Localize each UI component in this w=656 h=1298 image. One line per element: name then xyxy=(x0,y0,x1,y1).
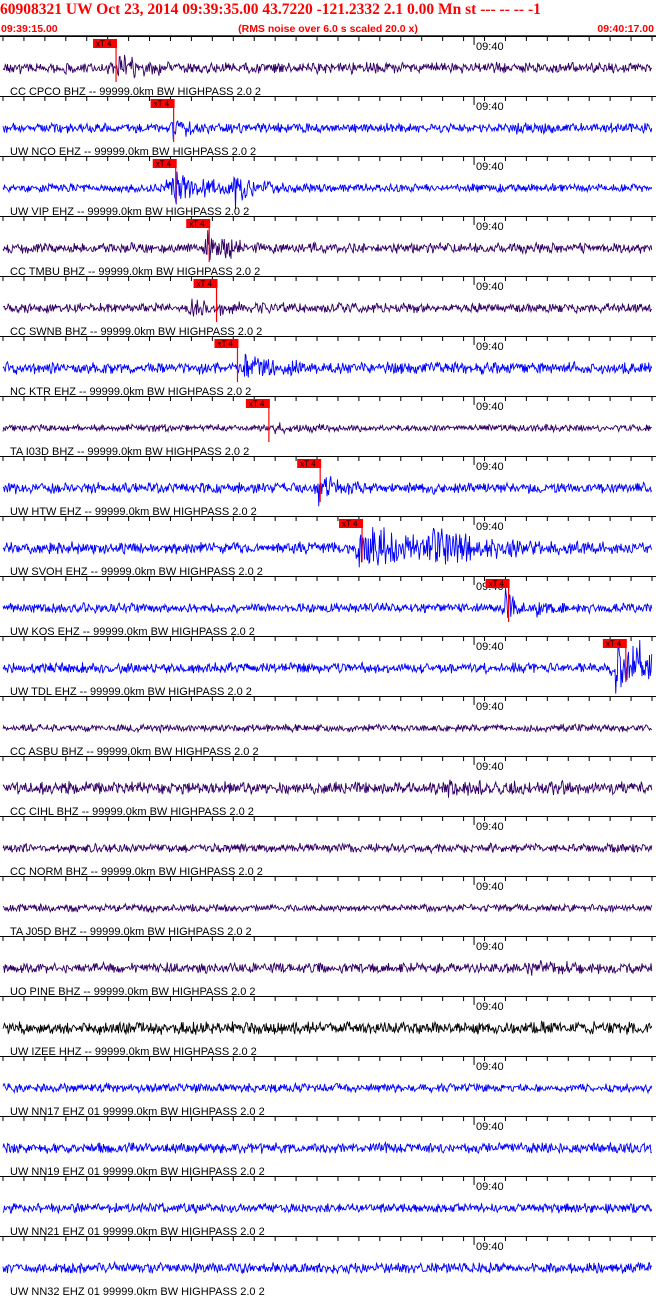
trace-panel: 09:40TA J05D BHZ -- 99999.0km BW HIGHPAS… xyxy=(0,876,656,938)
minute-label: 09:40 xyxy=(476,161,504,173)
waveform xyxy=(2,902,653,914)
pick-label: xT 4 xyxy=(154,100,170,109)
waveform xyxy=(2,476,653,507)
trace-panel: 09:40xT 4CC TMBU BHZ -- 99999.0km BW HIG… xyxy=(0,216,656,278)
pick-label: xT 4 xyxy=(606,640,622,649)
minute-label: 09:40 xyxy=(476,941,504,953)
minute-label: 09:40 xyxy=(476,1061,504,1073)
pick-label: xT 4 xyxy=(217,340,233,349)
station-label: UW NN32 EHZ 01 99999.0km BW HIGHPASS 2.0… xyxy=(10,1286,265,1298)
trace-panel: 09:40UW NN17 EHZ 01 99999.0km BW HIGHPAS… xyxy=(0,1056,656,1118)
waveform xyxy=(2,120,653,140)
waveform xyxy=(2,527,653,568)
minute-label: 09:40 xyxy=(476,881,504,893)
pick-label: xT 4 xyxy=(249,400,265,409)
minute-label: 09:40 xyxy=(476,461,504,473)
minute-label: 09:40 xyxy=(476,1001,504,1013)
event-header-title: 60908321 UW Oct 23, 2014 09:39:35.00 43.… xyxy=(0,1,541,18)
trace-panel: 09:40xT 4UW SVOH EHZ -- 99999.0km BW HIG… xyxy=(0,516,656,578)
pick-label: xT 4 xyxy=(189,220,205,229)
pick-label: xT 4 xyxy=(342,520,358,529)
minute-label: 09:40 xyxy=(476,821,504,833)
trace-panel: 09:40xT 4CC SWNB BHZ -- 99999.0km BW HIG… xyxy=(0,276,656,338)
trace-panel: 09:40UW NN19 EHZ 01 99999.0km BW HIGHPAS… xyxy=(0,1116,656,1178)
minute-label: 09:40 xyxy=(476,1241,504,1253)
waveform xyxy=(2,842,653,855)
trace-panel: 09:40CC NORM BHZ -- 99999.0km BW HIGHPAS… xyxy=(0,816,656,878)
waveform xyxy=(2,422,652,435)
minute-label: 09:40 xyxy=(476,401,504,413)
trace-panel: 09:40xT 4UW NCO EHZ -- 99999.0km BW HIGH… xyxy=(0,96,656,158)
pick-label: xT 4 xyxy=(489,580,505,589)
minute-label: 09:40 xyxy=(476,341,504,353)
minute-label: 09:40 xyxy=(476,521,504,533)
waveform xyxy=(2,588,653,618)
waveform xyxy=(2,298,653,317)
pick-label: xT 4 xyxy=(197,280,213,289)
waveform xyxy=(2,353,653,378)
seismogram-plot: 09:40xT 4CC CPCO BHZ -- 99999.0km BW HIG… xyxy=(0,36,656,1298)
trace-panel: 09:40xT 4UW KOS EHZ -- 99999.0km BW HIGH… xyxy=(0,576,656,638)
minute-label: 09:40 xyxy=(476,101,504,113)
trace-panel: 09:40 xT 4UW TDL EHZ -- 99999.0km BW HIGH… xyxy=(0,636,656,698)
trace-panel: 09:40CC ASBU BHZ -- 99999.0km BW HIGHPAS… xyxy=(0,696,656,758)
waveform xyxy=(2,779,653,798)
waveform xyxy=(2,171,653,210)
minute-label: 09:40 xyxy=(476,41,504,53)
waveform xyxy=(2,54,653,79)
minute-label: 09:40 xyxy=(476,1121,504,1133)
rms-noise-note: (RMS noise over 6.0 s scaled 20.0 x) xyxy=(238,23,418,35)
minute-label: 09:40 xyxy=(476,641,504,653)
trace-panel: 09:40CC CIHL BHZ -- 99999.0km BW HIGHPAS… xyxy=(0,756,656,818)
waveform xyxy=(2,723,653,734)
waveform xyxy=(2,1020,653,1036)
pick-label: xT 4 xyxy=(96,40,112,49)
pick-label: xT 4 xyxy=(300,460,316,469)
minute-label: 09:40 xyxy=(476,281,504,293)
trace-panel: 09:40xT 4UW VIP EHZ -- 99999.0km BW HIGH… xyxy=(0,156,656,218)
pick-label: xT 4 xyxy=(156,160,172,169)
minute-label: 09:40 xyxy=(476,221,504,233)
waveform xyxy=(2,1260,653,1275)
window-end-time: 09:40:17.00 xyxy=(597,23,654,35)
waveform xyxy=(2,1202,653,1214)
trace-panel: 09:40xT 4TA I03D BHZ -- 99999.0km BW HIG… xyxy=(0,396,656,458)
waveform xyxy=(2,960,653,976)
trace-panel: 09:40xT 4NC KTR EHZ -- 99999.0km BW HIGH… xyxy=(0,336,656,398)
trace-panel: 09:40UW NN21 EHZ 01 99999.0km BW HIGHPAS… xyxy=(0,1176,656,1238)
trace-panel: 09:40xT 4UW HTW EHZ -- 99999.0km BW HIGH… xyxy=(0,456,656,518)
minute-label: 09:40 xyxy=(476,761,504,773)
trace-panel: 09:40UW IZEE HHZ -- 99999.0km BW HIGHPAS… xyxy=(0,996,656,1058)
minute-label: 09:40 xyxy=(476,701,504,713)
trace-panel: 09:40xT 4CC CPCO BHZ -- 99999.0km BW HIG… xyxy=(0,36,656,98)
trace-panel: 09:40UO PINE BHZ -- 99999.0km BW HIGHPAS… xyxy=(0,936,656,998)
waveform xyxy=(2,1081,653,1095)
waveform xyxy=(2,230,653,261)
waveform xyxy=(2,1140,652,1155)
minute-label: 09:40 xyxy=(476,1181,504,1193)
trace-panel: 09:40 UW NN32 EHZ 01 99999.0km BW HIGHPAS… xyxy=(0,1236,656,1298)
